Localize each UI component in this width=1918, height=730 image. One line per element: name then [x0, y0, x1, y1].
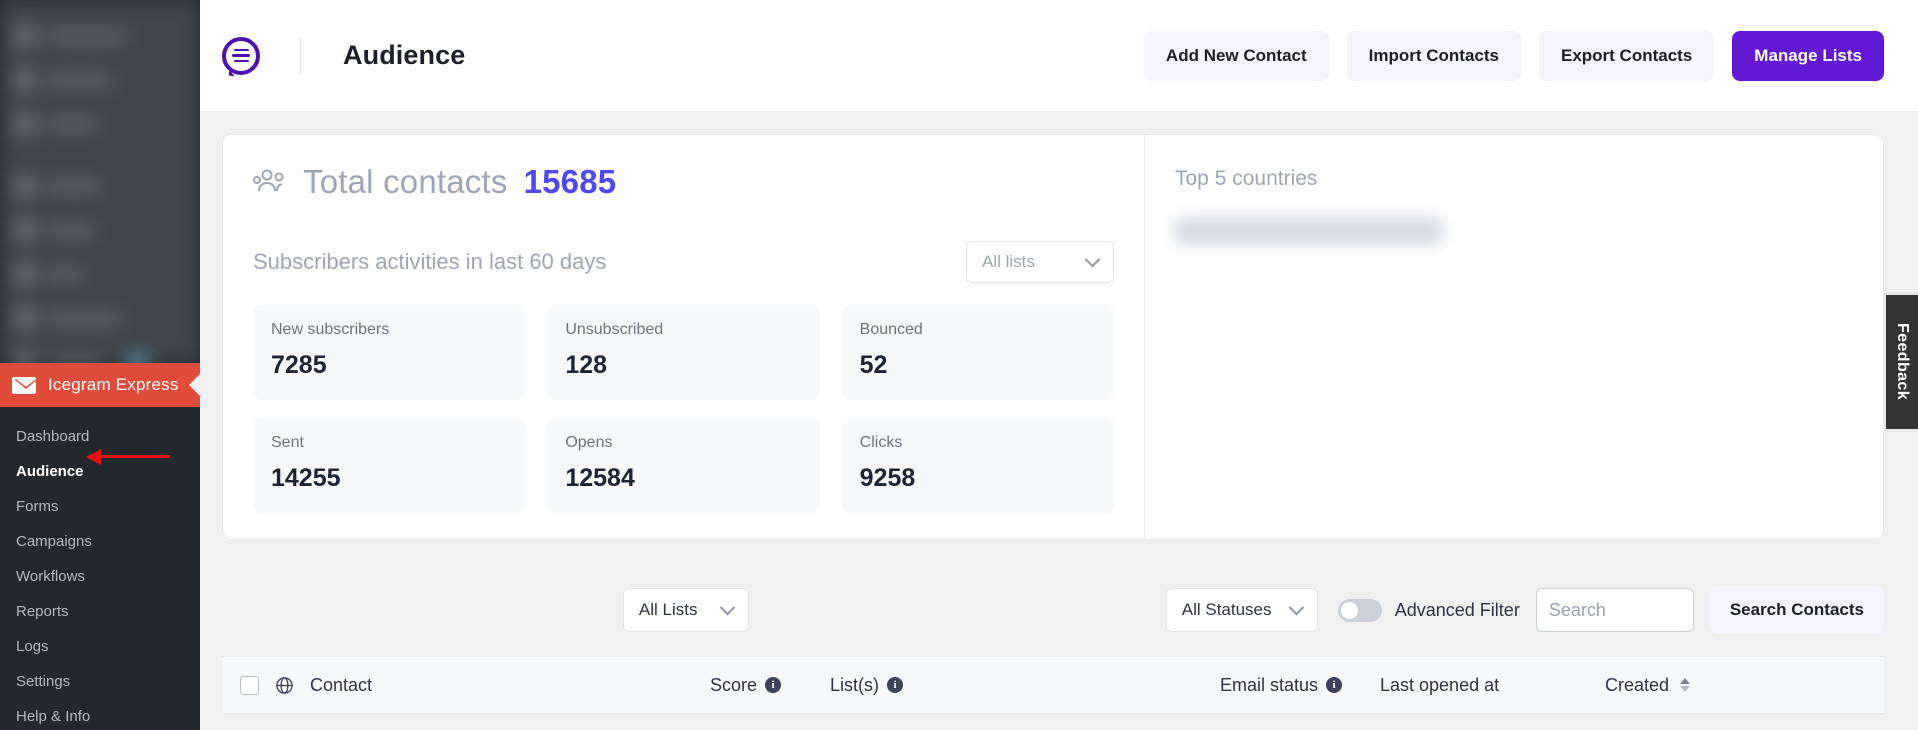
stat-card-bounced: Bounced 52 — [841, 305, 1114, 400]
top-countries-redacted-content — [1175, 217, 1443, 245]
all-statuses-filter-value: All Statuses — [1181, 600, 1272, 619]
total-contacts: Total contacts 15685 — [253, 163, 1114, 201]
sidebar-item-campaigns[interactable]: Campaigns — [0, 524, 200, 559]
stat-card-sent: Sent 14255 — [253, 418, 526, 513]
contacts-filter-bar: All Lists All Statuses Advanced Filter S… — [222, 586, 1884, 634]
sidebar-item-help-and-info[interactable]: Help & Info — [0, 699, 200, 730]
globe-icon — [276, 676, 293, 694]
col-score: Score i — [710, 675, 830, 696]
stat-label: Sent — [271, 434, 304, 451]
stat-label: New subscribers — [271, 321, 390, 338]
export-contacts-button[interactable]: Export Contacts — [1539, 30, 1715, 81]
col-contact: Contact — [240, 675, 710, 696]
overview-card: Total contacts 15685 Subscribers activit… — [222, 134, 1884, 540]
col-created-label: Created — [1605, 674, 1670, 695]
col-contact-label: Contact — [310, 674, 373, 695]
contacts-table-header: Contact Score i List(s) i Email status i — [222, 657, 1884, 713]
total-contacts-value: 15685 — [523, 163, 617, 200]
info-icon[interactable]: i — [1326, 677, 1343, 693]
add-new-contact-button[interactable]: Add New Contact — [1143, 30, 1329, 81]
annotation-arrow-icon — [86, 448, 170, 465]
advanced-filter-toggle-wrap: Advanced Filter — [1337, 598, 1520, 622]
info-icon[interactable]: i — [765, 677, 782, 693]
col-email-status: Email status i — [1220, 675, 1380, 696]
sidebar-pointer — [189, 374, 200, 396]
overview-left: Total contacts 15685 Subscribers activit… — [223, 135, 1144, 539]
content-area: Total contacts 15685 Subscribers activit… — [200, 112, 1918, 714]
stat-value: 52 — [859, 351, 888, 379]
icegram-logo-icon — [222, 36, 260, 76]
stat-label: Clicks — [859, 434, 903, 451]
activities-label: Subscribers activities in last 60 days — [253, 249, 607, 274]
stat-label: Unsubscribed — [565, 321, 664, 338]
sidebar-item-settings[interactable]: Settings — [0, 664, 200, 699]
feedback-tab[interactable]: Feedback — [1883, 292, 1918, 432]
col-created[interactable]: Created — [1605, 674, 1691, 696]
search-input[interactable] — [1535, 588, 1694, 632]
all-lists-overview-value: All lists — [982, 252, 1035, 271]
plugin-name: Icegram Express — [48, 375, 179, 394]
stat-value: 128 — [565, 351, 608, 379]
activities-row: Subscribers activities in last 60 days A… — [253, 241, 1114, 283]
col-last-opened-at: Last opened at — [1380, 675, 1605, 696]
sidebar-item-forms[interactable]: Forms — [0, 489, 200, 524]
envelope-icon — [12, 376, 36, 394]
main-content: Audience Add New Contact Import Contacts… — [200, 0, 1918, 730]
sidebar-item-reports[interactable]: Reports — [0, 594, 200, 629]
top-countries-title: Top 5 countries — [1175, 167, 1318, 190]
manage-lists-button[interactable]: Manage Lists — [1732, 30, 1884, 81]
stat-label: Bounced — [859, 321, 923, 338]
chevron-down-icon — [1288, 599, 1305, 615]
stat-card-new-subscribers: New subscribers 7285 — [253, 305, 526, 400]
col-lists-label: List(s) — [830, 674, 879, 695]
sidebar-item-logs[interactable]: Logs — [0, 629, 200, 664]
people-icon — [253, 169, 284, 192]
wp-admin-sidebar: Icegram Express Dashboard Audience Forms… — [0, 0, 200, 730]
sort-icon[interactable] — [1680, 678, 1691, 692]
col-last-opened-at-label: Last opened at — [1380, 674, 1500, 695]
stat-value: 9258 — [859, 464, 916, 492]
col-score-label: Score — [710, 674, 758, 695]
stat-card-opens: Opens 12584 — [547, 418, 820, 513]
stat-value: 7285 — [271, 351, 327, 379]
wordpress-menu-blurred — [0, 0, 200, 372]
stat-value: 12584 — [565, 464, 635, 492]
total-contacts-label: Total contacts — [303, 163, 508, 200]
col-lists: List(s) i — [830, 675, 1220, 696]
advanced-filter-toggle[interactable] — [1337, 598, 1382, 622]
stat-value: 14255 — [271, 464, 341, 492]
all-statuses-filter-select[interactable]: All Statuses — [1165, 588, 1318, 632]
feedback-label: Feedback — [1894, 323, 1911, 401]
all-lists-filter-value: All Lists — [638, 600, 698, 619]
stat-label: Opens — [565, 434, 613, 451]
import-contacts-button[interactable]: Import Contacts — [1346, 30, 1521, 81]
page-title: Audience — [343, 40, 466, 70]
chevron-down-icon — [1084, 251, 1101, 267]
chevron-down-icon — [719, 599, 736, 615]
all-lists-filter-select[interactable]: All Lists — [622, 588, 749, 632]
advanced-filter-label: Advanced Filter — [1394, 599, 1520, 620]
stat-card-clicks: Clicks 9258 — [841, 418, 1114, 513]
top-countries-panel: Top 5 countries — [1144, 135, 1883, 539]
select-all-checkbox[interactable] — [240, 675, 259, 695]
page-topbar: Audience Add New Contact Import Contacts… — [200, 0, 1918, 112]
all-lists-overview-select[interactable]: All lists — [966, 241, 1114, 283]
topbar-actions: Add New Contact Import Contacts Export C… — [1143, 30, 1884, 81]
brand: Audience — [222, 36, 466, 76]
sidebar-item-workflows[interactable]: Workflows — [0, 559, 200, 594]
col-email-status-label: Email status — [1220, 674, 1319, 695]
audience-page: Icegram Express Dashboard Audience Forms… — [0, 0, 1918, 730]
search-contacts-button[interactable]: Search Contacts — [1709, 586, 1884, 634]
plugin-header[interactable]: Icegram Express — [0, 363, 200, 407]
divider — [300, 38, 301, 73]
contacts-table: Contact Score i List(s) i Email status i — [222, 656, 1884, 714]
stat-card-unsubscribed: Unsubscribed 128 — [547, 305, 820, 400]
info-icon[interactable]: i — [887, 677, 903, 693]
stats-grid: New subscribers 7285 Unsubscribed 128 Bo… — [253, 305, 1114, 513]
